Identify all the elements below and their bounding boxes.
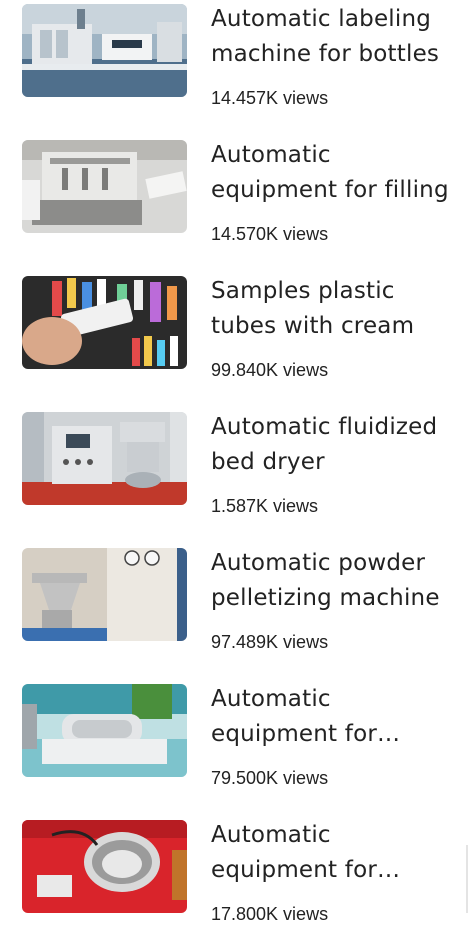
plastic-tubes-image [22,276,187,369]
video-list: Automatic labeling machine for bottles 1… [0,0,468,925]
labeling-machine-thumbnail[interactable] [22,4,187,97]
filling-equipment-thumbnail[interactable] [22,140,187,233]
grinding-equipment-thumbnail[interactable] [22,820,187,913]
fluidized-bed-image [22,412,187,505]
video-views: 14.457K views [211,88,329,108]
video-title[interactable]: Automatic powder pelletizing machine [211,546,456,616]
powder-pelletizer-image [22,548,187,641]
video-item-6[interactable]: Automatic equipment for mixing 79.500K v… [0,680,468,816]
video-item-1[interactable]: Automatic labeling machine for bottles 1… [0,0,468,136]
labeling-machine-image [22,4,187,97]
video-title[interactable]: Automatic equipment for filling [211,138,456,208]
filling-equipment-image [22,140,187,233]
video-item-3[interactable]: Samples plastic tubes with cream 99.840K… [0,272,468,408]
mixing-equipment-image [22,684,187,777]
video-item-5[interactable]: Automatic powder pelletizing machine 97.… [0,544,468,680]
mixing-equipment-thumbnail[interactable] [22,684,187,777]
powder-pelletizer-thumbnail[interactable] [22,548,187,641]
video-title[interactable]: Automatic labeling machine for bottles [211,2,456,72]
video-views: 1.587K views [211,496,319,516]
grinding-equipment-image [22,820,187,913]
video-title[interactable]: Samples plastic tubes with cream [211,274,456,344]
plastic-tubes-thumbnail[interactable] [22,276,187,369]
video-title[interactable]: Automatic fluidized bed dryer [211,410,456,480]
video-views: 97.489K views [211,632,329,652]
video-item-2[interactable]: Automatic equipment for filling 14.570K … [0,136,468,272]
video-item-7[interactable]: Automatic equipment for grinding 17.800K… [0,816,468,952]
video-views: 79.500K views [211,768,329,788]
fluidized-bed-thumbnail[interactable] [22,412,187,505]
video-title[interactable]: Automatic equipment for grinding [211,818,456,888]
video-title[interactable]: Automatic equipment for mixing [211,682,456,752]
video-views: 14.570K views [211,224,329,244]
video-views: 99.840K views [211,360,329,380]
video-item-4[interactable]: Automatic fluidized bed dryer 1.587K vie… [0,408,468,544]
video-views: 17.800K views [211,904,329,924]
